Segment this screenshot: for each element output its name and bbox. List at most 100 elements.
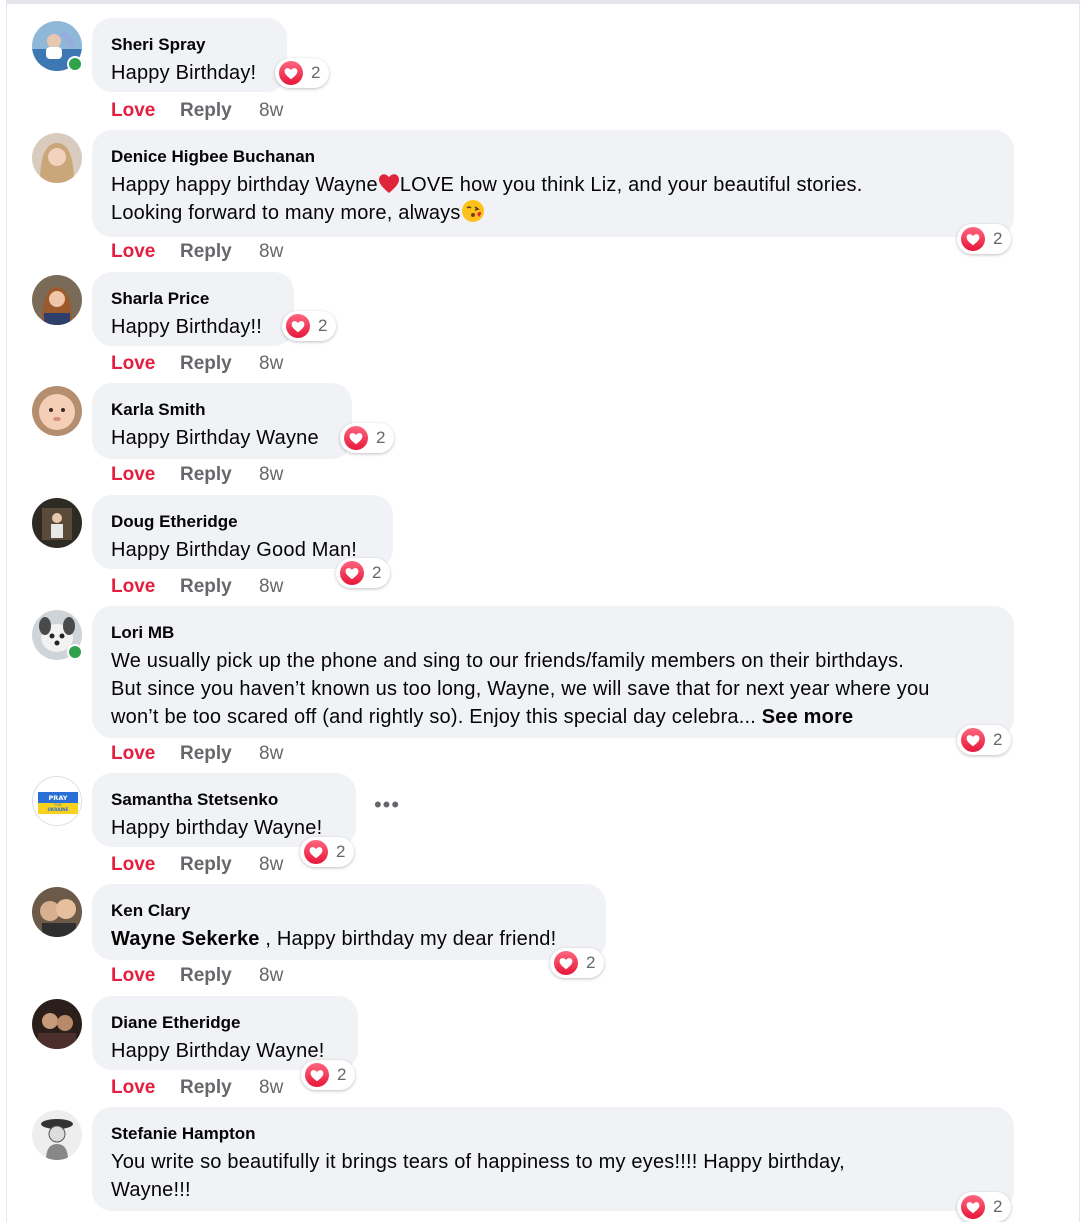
commenter-name[interactable]: Karla Smith	[111, 400, 333, 420]
comment-text-part: LOVE how you think Liz, and your beautif…	[399, 174, 863, 196]
comment-actions: Love Reply 8w	[111, 241, 283, 263]
comment-bubble: Diane Etheridge Happy Birthday Wayne!	[92, 996, 358, 1070]
avatar-ukraine-text: UKRAINE	[47, 807, 68, 812]
love-button[interactable]: Love	[111, 743, 180, 765]
comment-text: Happy birthday Wayne!	[111, 817, 323, 839]
reaction-count[interactable]: 2	[300, 837, 355, 867]
reply-button[interactable]: Reply	[180, 353, 259, 375]
comment-timestamp[interactable]: 8w	[259, 854, 283, 876]
avatar[interactable]	[32, 386, 82, 436]
love-reaction-icon	[304, 1062, 330, 1088]
reply-button[interactable]: Reply	[180, 965, 259, 987]
comment-text: Happy Birthday!	[111, 62, 257, 84]
reply-button[interactable]: Reply	[180, 854, 259, 876]
reaction-count-number: 2	[993, 229, 1003, 248]
see-more-link[interactable]: See more	[762, 706, 854, 728]
commenter-name[interactable]: Denice Higbee Buchanan	[111, 147, 995, 167]
comment-actions: Love Reply 8w	[111, 743, 283, 765]
comment-bubble: Lori MB We usually pick up the phone and…	[92, 606, 1014, 738]
love-reaction-icon	[553, 950, 579, 976]
reaction-count-number: 2	[586, 953, 596, 972]
comment-timestamp[interactable]: 8w	[259, 353, 283, 375]
reply-button[interactable]: Reply	[180, 576, 259, 598]
commenter-name[interactable]: Diane Etheridge	[111, 1013, 339, 1033]
comment-actions: Love Reply 8w	[111, 100, 283, 122]
comment-actions: Love Reply 8w	[111, 353, 283, 375]
reaction-count[interactable]: 2	[275, 58, 330, 88]
comment-timestamp[interactable]: 8w	[259, 464, 283, 486]
comment-actions: Love Reply 8w	[111, 1077, 283, 1099]
love-button[interactable]: Love	[111, 241, 180, 263]
reply-button[interactable]: Reply	[180, 100, 259, 122]
reaction-count[interactable]: 2	[336, 558, 391, 588]
commenter-name[interactable]: Doug Etheridge	[111, 512, 374, 532]
reaction-count[interactable]: 2	[957, 725, 1012, 755]
avatar[interactable]	[32, 887, 82, 937]
comment-bubble: Sheri Spray Happy Birthday!	[92, 18, 287, 92]
love-reaction-icon	[285, 313, 311, 339]
commenter-name[interactable]: Stefanie Hampton	[111, 1124, 995, 1144]
comment-text: Wayne Sekerke , Happy birthday my dear f…	[111, 925, 587, 953]
comment-text-part: Looking forward to many more, always	[111, 202, 461, 224]
love-button[interactable]: Love	[111, 353, 180, 375]
comment-text: Happy Birthday Wayne	[111, 427, 319, 449]
comment-text-line: Wayne!!!	[111, 1179, 191, 1201]
love-button[interactable]: Love	[111, 576, 180, 598]
comment-text: You write so beautifully it brings tears…	[111, 1148, 995, 1204]
comment-timestamp[interactable]: 8w	[259, 1077, 283, 1099]
comment-text-line: You write so beautifully it brings tears…	[111, 1151, 845, 1173]
comment-timestamp[interactable]: 8w	[259, 241, 283, 263]
reaction-count-number: 2	[337, 1065, 347, 1084]
avatar-pray-text: PRAY	[49, 794, 68, 802]
comment-bubble: Samantha Stetsenko Happy birthday Wayne!	[92, 773, 356, 847]
love-button[interactable]: Love	[111, 1077, 180, 1099]
love-reaction-icon	[960, 727, 986, 753]
reply-button[interactable]: Reply	[180, 241, 259, 263]
reaction-count[interactable]: 2	[301, 1060, 356, 1090]
more-options-icon[interactable]: •••	[372, 794, 402, 822]
comment-bubble: Ken Clary Wayne Sekerke , Happy birthday…	[92, 884, 606, 960]
avatar[interactable]	[32, 498, 82, 548]
comment-timestamp[interactable]: 8w	[259, 100, 283, 122]
reply-button[interactable]: Reply	[180, 464, 259, 486]
comment-timestamp[interactable]: 8w	[259, 576, 283, 598]
comment-text: Happy happy birthday Wayne LOVE how you t…	[111, 171, 995, 227]
comment-timestamp[interactable]: 8w	[259, 743, 283, 765]
red-heart-emoji-icon	[378, 174, 399, 193]
reply-button[interactable]: Reply	[180, 1077, 259, 1099]
reaction-count[interactable]: 2	[550, 948, 605, 978]
comment-actions: Love Reply 8w	[111, 576, 283, 598]
commenter-name[interactable]: Sharla Price	[111, 289, 275, 309]
commenter-name[interactable]: Samantha Stetsenko	[111, 790, 337, 810]
commenter-name[interactable]: Ken Clary	[111, 901, 587, 921]
love-reaction-icon	[343, 425, 369, 451]
reaction-count[interactable]: 2	[957, 224, 1012, 254]
comment-timestamp[interactable]: 8w	[259, 965, 283, 987]
reaction-count-number: 2	[993, 730, 1003, 749]
avatar[interactable]	[32, 133, 82, 183]
avatar[interactable]	[32, 1110, 82, 1160]
love-button[interactable]: Love	[111, 100, 180, 122]
commenter-name[interactable]: Lori MB	[111, 623, 995, 643]
reply-button[interactable]: Reply	[180, 743, 259, 765]
comment-text-line: We usually pick up the phone and sing to…	[111, 650, 904, 672]
commenter-name[interactable]: Sheri Spray	[111, 35, 268, 55]
reaction-count[interactable]: 2	[957, 1192, 1012, 1222]
online-status-dot	[67, 644, 83, 660]
reaction-count[interactable]: 2	[340, 423, 395, 453]
mention-link[interactable]: Wayne Sekerke	[111, 928, 260, 950]
love-reaction-icon	[960, 226, 986, 252]
love-reaction-icon	[278, 60, 304, 86]
love-button[interactable]: Love	[111, 965, 180, 987]
reaction-count[interactable]: 2	[282, 311, 337, 341]
avatar[interactable]: PRAY FOR UKRAINE	[32, 776, 82, 826]
avatar[interactable]	[32, 999, 82, 1049]
reaction-count-number: 2	[318, 316, 328, 335]
comment-bubble: Stefanie Hampton You write so beautifull…	[92, 1107, 1014, 1211]
comment-text: Happy Birthday Good Man!	[111, 539, 358, 561]
love-button[interactable]: Love	[111, 854, 180, 876]
online-status-dot	[67, 56, 83, 72]
avatar[interactable]	[32, 275, 82, 325]
panel-top-divider	[6, 0, 1080, 4]
love-button[interactable]: Love	[111, 464, 180, 486]
